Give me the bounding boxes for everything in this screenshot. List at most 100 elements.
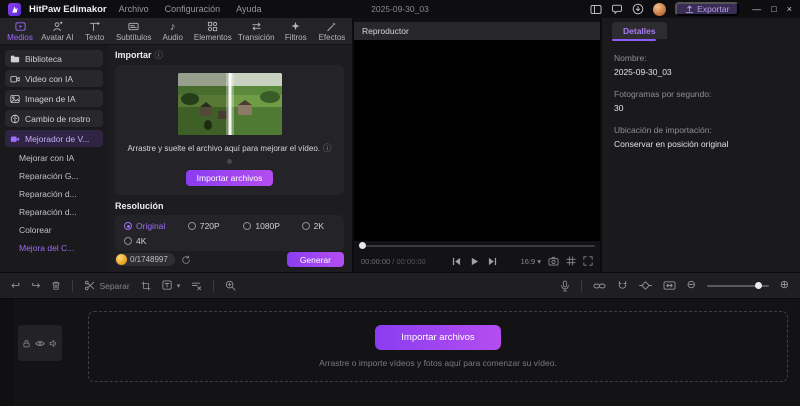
sidebar-item-biblioteca[interactable]: Biblioteca xyxy=(5,50,103,67)
sidebar-item-imagen-ia[interactable]: Imagen de IA xyxy=(5,90,103,107)
resolution-option-4k[interactable]: 4K xyxy=(124,236,188,246)
magnet-snap-button[interactable] xyxy=(617,280,628,291)
aspect-ratio-dropdown[interactable]: 16:9 ▾ xyxy=(521,257,541,266)
previous-frame-button[interactable] xyxy=(452,257,461,266)
fit-timeline-button[interactable] xyxy=(663,280,676,291)
zoom-to-fit-button[interactable] xyxy=(225,280,236,291)
fullscreen-icon[interactable] xyxy=(583,256,593,266)
zoom-out-button[interactable]: ⊖ xyxy=(687,280,696,291)
timeline-zoom-slider[interactable] xyxy=(707,285,769,287)
media-panel: Medios Avatar AI Texto Subtítulos ♪ Audi… xyxy=(0,18,352,272)
sidebar-item-cambio-rostro[interactable]: Cambio de rostro xyxy=(5,110,103,127)
tab-texto[interactable]: Texto xyxy=(80,21,110,42)
info-icon[interactable]: ⓘ xyxy=(323,142,332,154)
sidebar-item-video-ia[interactable]: Video con IA xyxy=(5,70,103,87)
media-tabbar: Medios Avatar AI Texto Subtítulos ♪ Audi… xyxy=(0,18,352,45)
sidebar-item-mejorador[interactable]: Mejorador de V... xyxy=(5,130,103,147)
user-avatar[interactable] xyxy=(653,3,666,16)
details-panel: Detalles Nombre: 2025-09-30_03 Fotograma… xyxy=(602,18,800,272)
resolution-section-title: Resolución xyxy=(115,201,344,211)
resolution-option-original[interactable]: Original xyxy=(124,221,188,231)
media-icon xyxy=(15,21,26,32)
dropzone-text: Arrastre y suelte el archivo aquí para m… xyxy=(127,142,331,154)
player-seekbar[interactable] xyxy=(354,241,600,250)
resolution-option-2k[interactable]: 2K xyxy=(302,221,335,231)
sidebar-sub-reparacion-d1[interactable]: Reparación d... xyxy=(5,186,103,201)
tab-audio[interactable]: ♪ Audio xyxy=(158,21,188,42)
refresh-icon[interactable] xyxy=(181,255,191,265)
play-button[interactable] xyxy=(470,257,479,266)
close-button[interactable]: × xyxy=(787,4,792,14)
menu-ayuda[interactable]: Ayuda xyxy=(232,4,265,14)
radio-icon xyxy=(302,222,310,230)
tab-transicion[interactable]: Transición xyxy=(238,21,275,42)
next-frame-button[interactable] xyxy=(488,257,497,266)
video-preview[interactable] xyxy=(354,40,600,241)
eye-icon[interactable] xyxy=(35,339,45,348)
app-window: HitPaw Edimakor Archivo Configuración Ay… xyxy=(0,0,800,406)
tab-elementos[interactable]: Elementos xyxy=(194,21,232,42)
delete-button[interactable] xyxy=(51,280,61,291)
tab-efectos[interactable]: Efectos xyxy=(317,21,347,42)
resolution-option-720p[interactable]: 720P xyxy=(188,221,244,231)
export-button[interactable]: Exportar xyxy=(675,2,739,16)
chevron-down-icon: ▾ xyxy=(537,257,541,266)
record-voiceover-button[interactable] xyxy=(560,280,570,292)
sidebar-sub-reparacion-d2[interactable]: Reparación d... xyxy=(5,204,103,219)
sidebar-sub-mejorar-ia[interactable]: Mejorar con IA xyxy=(5,150,103,165)
timeline-import-button[interactable]: Importar archivos xyxy=(375,325,500,350)
import-section-title: Importar ⓘ xyxy=(115,49,344,61)
zoom-in-button[interactable]: ⊕ xyxy=(780,280,789,291)
tab-detalles[interactable]: Detalles xyxy=(612,22,667,39)
effects-icon xyxy=(326,21,337,32)
import-dropzone[interactable]: Arrastre y suelte el archivo aquí para m… xyxy=(115,65,344,195)
safe-area-grid-icon[interactable] xyxy=(566,256,576,266)
resolution-option-1080p[interactable]: 1080P xyxy=(243,221,301,231)
player-header: Reproductor xyxy=(354,22,600,40)
carousel-dot xyxy=(227,159,232,164)
sidebar-sub-mejora-c[interactable]: Mejora del C... xyxy=(5,240,103,255)
main-area: Medios Avatar AI Texto Subtítulos ♪ Audi… xyxy=(0,18,800,272)
lock-icon[interactable] xyxy=(22,339,31,348)
crop-button[interactable] xyxy=(141,281,151,291)
radio-icon xyxy=(243,222,251,230)
minimize-button[interactable]: — xyxy=(752,4,761,14)
tab-subtitulos[interactable]: Subtítulos xyxy=(116,21,152,42)
app-name: HitPaw Edimakor xyxy=(29,4,107,15)
snapshot-icon[interactable] xyxy=(548,256,559,266)
seek-handle[interactable] xyxy=(359,242,366,249)
tab-medios[interactable]: Medios xyxy=(5,21,35,42)
timeline-dropzone[interactable]: Importar archivos Arrastre o importe víd… xyxy=(88,311,788,382)
mute-speaker-icon[interactable] xyxy=(49,339,58,348)
layout-panels-icon[interactable] xyxy=(590,4,602,15)
generate-button[interactable]: Generar xyxy=(287,252,344,267)
tab-filtros[interactable]: Filtros xyxy=(281,21,311,42)
import-content: Importar ⓘ xyxy=(108,45,352,272)
text-tool-button[interactable]: ▾ xyxy=(162,280,181,291)
feedback-icon[interactable] xyxy=(611,4,623,15)
redo-button[interactable]: ↪ xyxy=(31,279,40,292)
folder-icon xyxy=(10,54,20,64)
sidebar-sub-colorear[interactable]: Colorear xyxy=(5,222,103,237)
clear-subtitles-button[interactable] xyxy=(191,280,202,291)
download-icon[interactable] xyxy=(632,3,644,15)
image-icon xyxy=(10,94,20,104)
menu-archivo[interactable]: Archivo xyxy=(115,4,153,14)
info-icon[interactable]: ⓘ xyxy=(155,49,164,61)
timeline-area: Importar archivos Arrastre o importe víd… xyxy=(0,299,800,406)
timeline-left-strip xyxy=(0,299,14,406)
transition-icon xyxy=(251,21,262,32)
sidebar-sub-reparacion-g[interactable]: Reparación G... xyxy=(5,168,103,183)
maximize-button[interactable]: □ xyxy=(771,4,776,14)
tab-avatar-ai[interactable]: Avatar AI xyxy=(41,21,73,42)
title-bar: HitPaw Edimakor Archivo Configuración Ay… xyxy=(0,0,800,18)
divider xyxy=(72,280,73,292)
zoom-slider-handle[interactable] xyxy=(755,282,762,289)
keyframe-button[interactable] xyxy=(639,280,652,291)
import-files-button[interactable]: Importar archivos xyxy=(186,170,274,186)
face-swap-icon xyxy=(10,114,20,124)
undo-button[interactable]: ↩ xyxy=(11,279,20,292)
menu-configuracion[interactable]: Configuración xyxy=(161,4,225,14)
split-button[interactable]: Separar xyxy=(84,280,129,291)
link-clips-button[interactable] xyxy=(593,281,606,291)
